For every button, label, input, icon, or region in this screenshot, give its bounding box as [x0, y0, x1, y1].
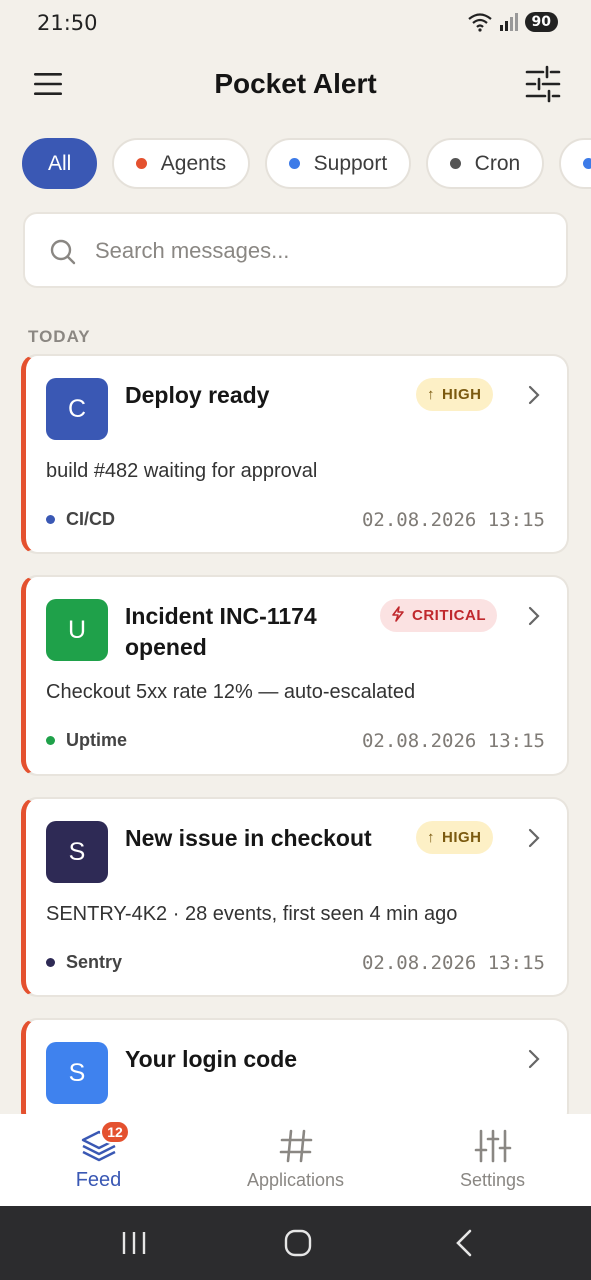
source-dot — [46, 958, 55, 967]
source-dot — [46, 515, 55, 524]
message-timestamp: 02.08.2026 13:15 — [361, 952, 545, 974]
filter-chips: All Agents Support Cron — [22, 138, 591, 190]
nav-label: Applications — [246, 1170, 345, 1190]
sliders-settings-icon — [474, 1129, 511, 1163]
message-source: CI/CD — [46, 509, 115, 530]
arrow-up-icon: ↑ — [427, 386, 435, 403]
wifi-icon — [467, 13, 492, 32]
battery-indicator: 90 — [524, 12, 558, 32]
message-card[interactable]: C Deploy ready ↑ HIGH build #482 waiting… — [21, 354, 569, 554]
message-title: Incident INC-1174 opened — [125, 603, 317, 660]
nav-label: Settings — [459, 1170, 526, 1190]
filter-chip-all[interactable]: All — [22, 138, 98, 189]
message-title: New issue in checkout — [125, 825, 372, 851]
message-source: Sentry — [46, 952, 122, 973]
nav-settings[interactable]: Settings — [394, 1114, 591, 1206]
chevron-right-icon — [528, 828, 540, 848]
priority-badge: ↑ HIGH — [416, 378, 493, 411]
notification-count-badge: 12 — [100, 1120, 130, 1144]
chip-dot — [582, 158, 591, 169]
app-title: Pocket Alert — [214, 68, 377, 99]
status-time: 21:50 — [37, 11, 98, 35]
filter-chip-label: Support — [313, 151, 388, 175]
status-bar: 21:50 90 — [0, 0, 591, 46]
priority-badge: ↑ HIGH — [416, 821, 493, 854]
nav-feed[interactable]: 12 Feed — [0, 1114, 197, 1206]
app-avatar: U — [46, 599, 108, 661]
section-label-today: TODAY — [28, 327, 91, 346]
priority-label: CRITICAL — [412, 607, 486, 624]
filter-chip-label: Cron — [474, 151, 521, 175]
message-body: SENTRY-4K2 · 28 events, first seen 4 min… — [46, 903, 458, 925]
nav-applications[interactable]: Applications — [197, 1114, 394, 1206]
message-card[interactable]: S New issue in checkout ↑ HIGH SENTRY-4K… — [21, 797, 569, 997]
app-avatar: C — [46, 378, 108, 440]
app-avatar: S — [46, 821, 108, 883]
filter-chip-label: Agents — [160, 151, 227, 175]
message-source: Uptime — [46, 730, 127, 751]
search-box — [23, 212, 568, 288]
filter-chip-label: All — [48, 151, 72, 175]
search-icon — [50, 239, 76, 265]
chip-dot — [288, 158, 300, 169]
chevron-right-icon — [528, 606, 540, 626]
app-avatar: S — [46, 1042, 108, 1104]
priority-label: HIGH — [442, 829, 482, 846]
message-timestamp: 02.08.2026 13:15 — [361, 730, 545, 752]
bottom-nav: 12 Feed Applications Settings — [0, 1114, 591, 1206]
priority-badge: CRITICAL — [380, 599, 497, 632]
hash-icon — [279, 1129, 312, 1163]
sliders-filter-icon — [525, 65, 561, 103]
source-label: Sentry — [66, 952, 123, 972]
filter-chip-support[interactable]: Support — [264, 138, 412, 189]
back-icon[interactable] — [452, 1228, 476, 1258]
app-header: Pocket Alert — [0, 52, 591, 116]
filter-chip-agents[interactable]: Agents — [111, 138, 251, 189]
chip-dot — [449, 158, 461, 169]
source-dot — [46, 736, 55, 745]
arrow-up-icon: ↑ — [427, 829, 435, 846]
search-input[interactable] — [95, 232, 535, 270]
message-body: build #482 waiting for approval — [46, 460, 318, 482]
chevron-right-icon — [528, 385, 540, 405]
recent-apps-icon[interactable] — [120, 1228, 148, 1258]
chip-dot — [135, 158, 147, 169]
nav-label: Feed — [75, 1169, 122, 1191]
lightning-icon — [391, 605, 405, 626]
priority-label: HIGH — [442, 386, 482, 403]
filter-chip-cron[interactable]: Cron — [425, 138, 545, 189]
message-card[interactable]: S Your login code — [21, 1018, 569, 1128]
message-title: Deploy ready — [125, 382, 270, 408]
message-body: Checkout 5xx rate 12% — auto-escalated — [46, 681, 416, 703]
source-label: CI/CD — [66, 509, 115, 529]
filter-settings-button[interactable] — [523, 64, 563, 104]
signal-icon — [499, 13, 518, 31]
system-nav-bar — [0, 1206, 591, 1280]
message-card[interactable]: U Incident INC-1174 opened CRITICAL Chec… — [21, 575, 569, 776]
status-icons: 90 — [467, 12, 558, 32]
home-icon[interactable] — [283, 1228, 313, 1258]
source-label: Uptime — [66, 730, 128, 750]
message-timestamp: 02.08.2026 13:15 — [361, 509, 545, 531]
chevron-right-icon — [528, 1049, 540, 1069]
message-title: Your login code — [125, 1046, 298, 1072]
filter-chip-partial[interactable] — [558, 138, 591, 189]
